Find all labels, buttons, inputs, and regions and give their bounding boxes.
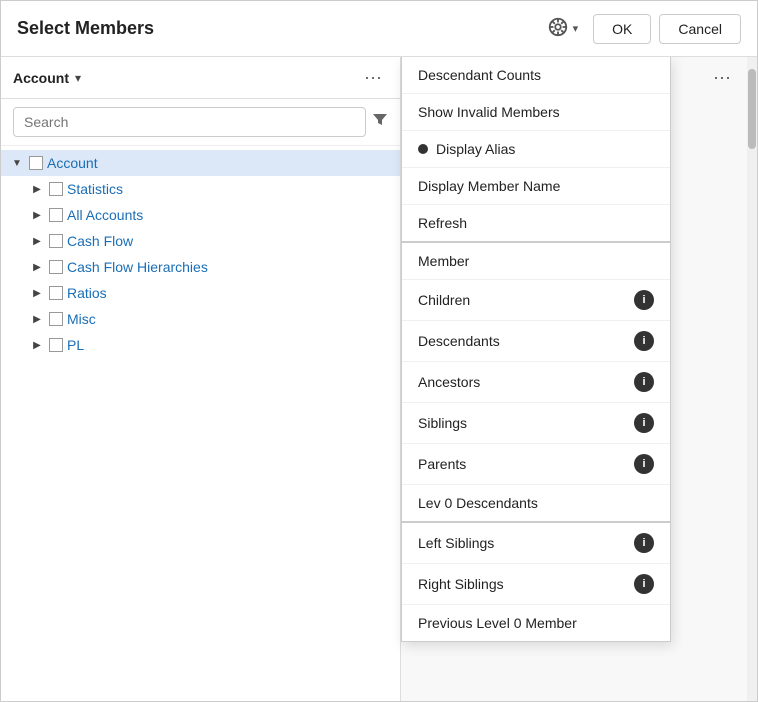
tree-checkbox-cash-flow[interactable] (49, 234, 63, 248)
ok-button[interactable]: OK (593, 14, 651, 44)
wheel-icon (547, 16, 569, 41)
menu-item-left-siblings[interactable]: Left Siblings i (402, 523, 670, 564)
menu-label-left-siblings: Left Siblings (418, 535, 494, 551)
account-toolbar: Account ▾ ··· (1, 57, 400, 99)
tree-expand-all-accounts[interactable]: ▶ (29, 207, 45, 223)
tree-item-pl[interactable]: ▶ PL (1, 332, 400, 358)
menu-label-refresh: Refresh (418, 215, 467, 231)
tree-checkbox-statistics[interactable] (49, 182, 63, 196)
menu-item-ancestors[interactable]: Ancestors i (402, 362, 670, 403)
scrollbar[interactable] (747, 57, 757, 701)
right-ellipsis-button[interactable]: ··· (707, 65, 737, 90)
tree-item-statistics[interactable]: ▶ Statistics (1, 176, 400, 202)
account-dropdown-arrow[interactable]: ▾ (75, 71, 81, 85)
info-icon-parents[interactable]: i (634, 454, 654, 474)
tree-checkbox-account[interactable] (29, 156, 43, 170)
tree-item-account[interactable]: ▼ Account (1, 150, 400, 176)
menu-item-display-member-name[interactable]: Display Member Name (402, 168, 670, 205)
tree-label-cash-flow-hierarchies: Cash Flow Hierarchies (67, 259, 208, 275)
menu-item-right-siblings[interactable]: Right Siblings i (402, 564, 670, 605)
tree-checkbox-ratios[interactable] (49, 286, 63, 300)
tree-item-cash-flow[interactable]: ▶ Cash Flow (1, 228, 400, 254)
cancel-button[interactable]: Cancel (659, 14, 741, 44)
info-icon-children[interactable]: i (634, 290, 654, 310)
menu-label-siblings: Siblings (418, 415, 467, 431)
tree-item-cash-flow-hierarchies[interactable]: ▶ Cash Flow Hierarchies (1, 254, 400, 280)
dialog-body: Account ▾ ··· ▼ (1, 57, 757, 701)
scrollbar-thumb[interactable] (748, 69, 756, 149)
account-ellipsis-button[interactable]: ··· (358, 65, 388, 90)
menu-item-descendants[interactable]: Descendants i (402, 321, 670, 362)
tree-label-all-accounts: All Accounts (67, 207, 143, 223)
help-icon-button[interactable]: ▾ (540, 11, 586, 46)
menu-item-parents[interactable]: Parents i (402, 444, 670, 485)
info-icon-descendants[interactable]: i (634, 331, 654, 351)
info-icon-left-siblings[interactable]: i (634, 533, 654, 553)
tree-label-statistics: Statistics (67, 181, 123, 197)
search-container (1, 99, 400, 146)
tree-checkbox-misc[interactable] (49, 312, 63, 326)
menu-item-children[interactable]: Children i (402, 280, 670, 321)
menu-label-previous-level0-member: Previous Level 0 Member (418, 615, 577, 631)
menu-item-descendant-counts[interactable]: Descendant Counts (402, 57, 670, 94)
tree-expand-misc[interactable]: ▶ (29, 311, 45, 327)
menu-label-descendants: Descendants (418, 333, 500, 349)
menu-label-parents: Parents (418, 456, 466, 472)
tree-label-cash-flow: Cash Flow (67, 233, 133, 249)
menu-item-siblings[interactable]: Siblings i (402, 403, 670, 444)
tree-container: ▼ Account ▶ Statistics ▶ All Accounts (1, 146, 400, 701)
tree-expand-ratios[interactable]: ▶ (29, 285, 45, 301)
tree-expand-statistics[interactable]: ▶ (29, 181, 45, 197)
menu-label-display-alias: Display Alias (436, 141, 515, 157)
select-members-dialog: Select Members (0, 0, 758, 702)
menu-item-show-invalid-members[interactable]: Show Invalid Members (402, 94, 670, 131)
info-icon-right-siblings[interactable]: i (634, 574, 654, 594)
info-icon-siblings[interactable]: i (634, 413, 654, 433)
menu-item-previous-level0-member[interactable]: Previous Level 0 Member (402, 605, 670, 641)
menu-label-display-member-name: Display Member Name (418, 178, 560, 194)
menu-item-member[interactable]: Member (402, 243, 670, 280)
tree-expand-pl[interactable]: ▶ (29, 337, 45, 353)
tree-item-ratios[interactable]: ▶ Ratios (1, 280, 400, 306)
tree-expand-cash-flow[interactable]: ▶ (29, 233, 45, 249)
menu-label-children: Children (418, 292, 470, 308)
dialog-title: Select Members (17, 18, 540, 39)
menu-label-descendant-counts: Descendant Counts (418, 67, 541, 83)
tree-checkbox-pl[interactable] (49, 338, 63, 352)
tree-label-pl: PL (67, 337, 84, 353)
menu-label-member: Member (418, 253, 469, 269)
menu-label-right-siblings: Right Siblings (418, 576, 504, 592)
dialog-header: Select Members (1, 1, 757, 57)
filter-icon[interactable] (372, 112, 388, 133)
menu-label-show-invalid-members: Show Invalid Members (418, 104, 560, 120)
tree-expand-account[interactable]: ▼ (9, 155, 25, 171)
tree-checkbox-cash-flow-hierarchies[interactable] (49, 260, 63, 274)
menu-label-ancestors: Ancestors (418, 374, 480, 390)
tree-expand-cash-flow-hierarchies[interactable]: ▶ (29, 259, 45, 275)
account-label: Account (13, 70, 69, 86)
tree-item-misc[interactable]: ▶ Misc (1, 306, 400, 332)
menu-item-lev0-descendants[interactable]: Lev 0 Descendants (402, 485, 670, 523)
tree-item-all-accounts[interactable]: ▶ All Accounts (1, 202, 400, 228)
left-panel: Account ▾ ··· ▼ (1, 57, 401, 701)
dropdown-chevron: ▾ (573, 22, 579, 35)
selected-indicator-display-alias (418, 144, 428, 154)
header-actions: ▾ OK Cancel (540, 11, 741, 46)
dropdown-menu: Descendant Counts Show Invalid Members D… (401, 57, 671, 642)
tree-label-misc: Misc (67, 311, 96, 327)
search-input[interactable] (13, 107, 366, 137)
menu-scroll-area[interactable]: Descendant Counts Show Invalid Members D… (402, 57, 670, 641)
tree-checkbox-all-accounts[interactable] (49, 208, 63, 222)
menu-label-lev0-descendants: Lev 0 Descendants (418, 495, 538, 511)
info-icon-ancestors[interactable]: i (634, 372, 654, 392)
tree-label-account: Account (47, 155, 98, 171)
right-panel: ··· Descendant Counts Show Invalid Membe… (401, 57, 757, 701)
menu-item-refresh[interactable]: Refresh (402, 205, 670, 243)
tree-label-ratios: Ratios (67, 285, 107, 301)
menu-item-display-alias[interactable]: Display Alias (402, 131, 670, 168)
